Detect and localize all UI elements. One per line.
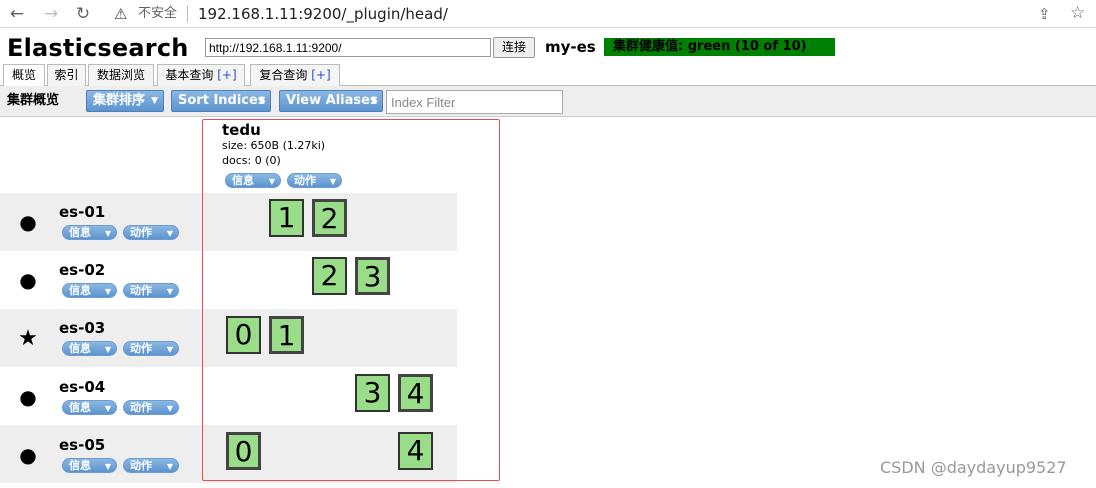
index-name: tedu: [222, 121, 261, 139]
caret-down-icon: ▼: [104, 229, 111, 238]
caret-down-icon: ▼: [258, 96, 265, 106]
bookmark-star-icon[interactable]: ☆: [1070, 2, 1085, 24]
node-info-button[interactable]: 信息 ▼: [62, 225, 117, 240]
sort-cluster-button[interactable]: 集群排序 ▼: [86, 90, 164, 112]
shard-primary[interactable]: 2: [312, 199, 347, 237]
add-tab-icon[interactable]: [+]: [217, 68, 236, 82]
cluster-health-badge: 集群健康值: green (10 of 10): [604, 38, 835, 56]
index-docs: docs: 0 (0): [222, 154, 281, 167]
node-name: es-01: [59, 203, 106, 221]
address-bar[interactable]: 192.168.1.11:9200/_plugin/head/: [198, 3, 448, 25]
sort-indices-button[interactable]: Sort Indices ▼: [171, 90, 271, 112]
caret-down-icon: ▼: [166, 404, 173, 413]
caret-down-icon: ▼: [370, 96, 377, 106]
caret-down-icon: ▼: [104, 287, 111, 296]
node-circle-icon: ●: [19, 210, 37, 234]
caret-down-icon: ▼: [166, 345, 173, 354]
tab-basic-query[interactable]: 基本查询 [+]: [157, 64, 245, 86]
url-separator: [187, 5, 188, 23]
node-info-button[interactable]: 信息 ▼: [62, 283, 117, 298]
index-info-button[interactable]: 信息 ▼: [225, 173, 281, 188]
node-circle-icon: ●: [19, 268, 37, 292]
shard-primary[interactable]: 1: [269, 316, 304, 354]
caret-down-icon: ▼: [268, 177, 275, 186]
caret-down-icon: ▼: [166, 462, 173, 471]
shard-replica[interactable]: 2: [312, 257, 347, 295]
caret-down-icon: ▼: [151, 96, 158, 106]
caret-down-icon: ▼: [166, 287, 173, 296]
node-name: es-03: [59, 319, 106, 337]
connect-button[interactable]: 连接: [493, 37, 535, 58]
add-tab-icon[interactable]: [+]: [311, 68, 330, 82]
tab-browser[interactable]: 数据浏览: [88, 64, 154, 86]
cluster-name: my-es: [545, 38, 596, 56]
caret-down-icon: ▼: [104, 404, 111, 413]
node-name: es-02: [59, 261, 106, 279]
node-action-button[interactable]: 动作 ▼: [123, 341, 179, 356]
tab-overview[interactable]: 概览: [3, 64, 45, 87]
node-action-button[interactable]: 动作 ▼: [123, 283, 179, 298]
shard-replica[interactable]: 0: [226, 316, 261, 354]
toolbar-title: 集群概览: [7, 93, 60, 108]
reload-icon[interactable]: ↻: [72, 3, 94, 25]
node-circle-icon: ●: [19, 443, 37, 467]
caret-down-icon: ▼: [104, 345, 111, 354]
index-action-button[interactable]: 动作 ▼: [287, 173, 342, 188]
shard-replica[interactable]: 1: [269, 199, 304, 237]
connect-url-input[interactable]: [205, 38, 491, 57]
forward-arrow-icon[interactable]: →: [40, 3, 62, 25]
app-title: Elasticsearch: [7, 34, 189, 62]
shard-primary[interactable]: 4: [398, 374, 433, 412]
tab-indices[interactable]: 索引: [47, 64, 86, 86]
view-aliases-button[interactable]: View Aliases ▼: [279, 90, 383, 112]
node-info-button[interactable]: 信息 ▼: [62, 458, 117, 473]
caret-down-icon: ▼: [104, 462, 111, 471]
node-info-button[interactable]: 信息 ▼: [62, 400, 117, 415]
share-icon[interactable]: ⇪: [1038, 3, 1051, 25]
tab-compound-query[interactable]: 复合查询 [+]: [250, 64, 340, 86]
node-action-button[interactable]: 动作 ▼: [123, 400, 179, 415]
index-size: size: 650B (1.27ki): [222, 139, 326, 152]
node-action-button[interactable]: 动作 ▼: [123, 458, 179, 473]
warning-icon[interactable]: ⚠: [114, 4, 127, 24]
watermark: CSDN @daydayup9527: [880, 458, 1067, 477]
node-name: es-04: [59, 378, 106, 396]
back-arrow-icon[interactable]: ←: [6, 3, 28, 25]
node-circle-icon: ●: [19, 385, 37, 409]
caret-down-icon: ▼: [166, 229, 173, 238]
node-name: es-05: [59, 436, 106, 454]
shard-primary[interactable]: 3: [355, 257, 390, 295]
index-filter-input[interactable]: [386, 90, 563, 114]
shard-primary[interactable]: 0: [226, 432, 261, 470]
insecure-label[interactable]: 不安全: [138, 5, 177, 23]
shard-replica[interactable]: 4: [398, 432, 433, 470]
node-info-button[interactable]: 信息 ▼: [62, 341, 117, 356]
node-action-button[interactable]: 动作 ▼: [123, 225, 179, 240]
master-star-icon: ★: [18, 326, 38, 351]
caret-down-icon: ▼: [329, 177, 336, 186]
shard-replica[interactable]: 3: [355, 374, 390, 412]
